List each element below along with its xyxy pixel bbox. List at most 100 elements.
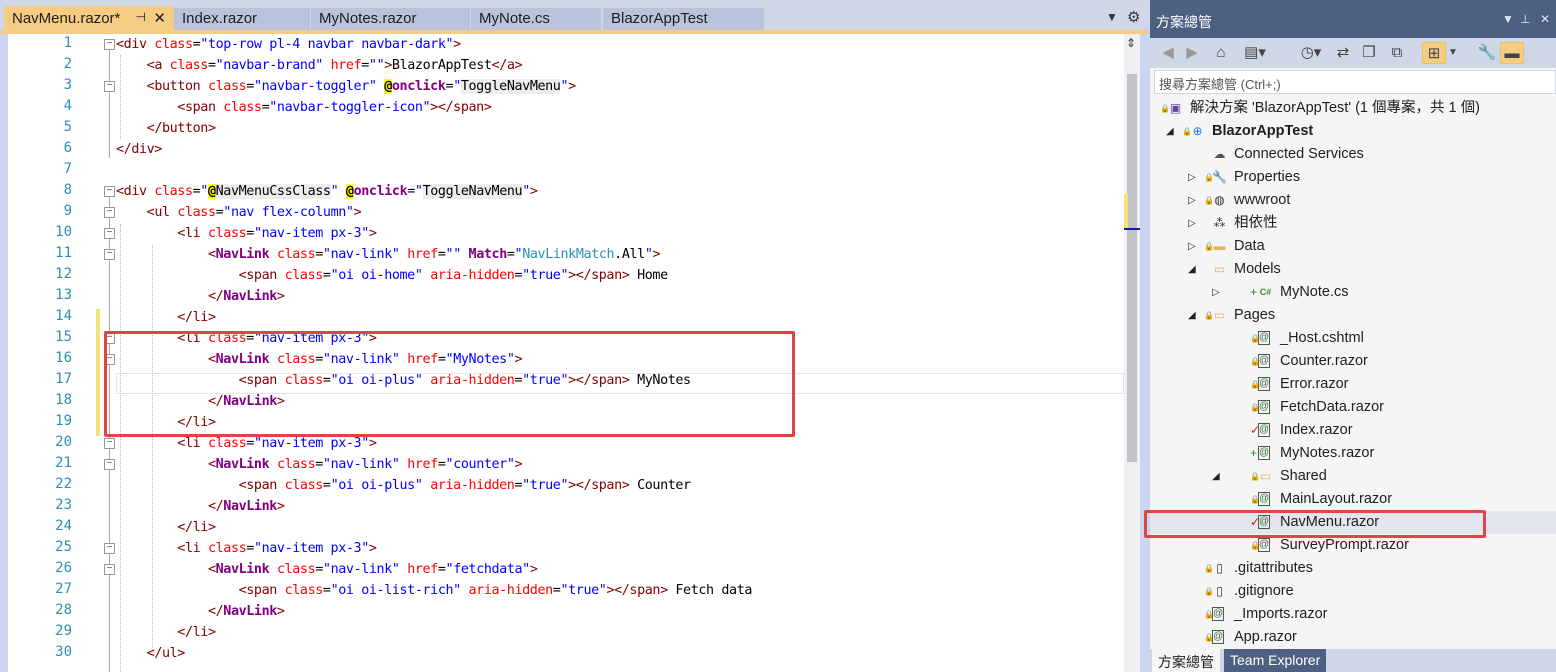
collapse-icon[interactable]: − [104, 564, 115, 575]
collapsed-arrow-icon[interactable]: ▷ [1188, 212, 1196, 235]
track-active-icon[interactable]: ⊞ [1422, 42, 1446, 64]
tab-team-explorer[interactable]: Team Explorer [1224, 649, 1327, 672]
forward-icon[interactable]: ▶ [1182, 42, 1202, 64]
home-icon[interactable]: ⌂ [1210, 42, 1232, 64]
solution-tree[interactable]: 🔒 ▣ 解決方案 'BlazorAppTest' (1 個專案，共 1 個) ◢ 🔒 ⊕ B… [1150, 97, 1556, 649]
split-icon[interactable]: ⇕ [1126, 36, 1136, 50]
code-line[interactable]: <li class="nav-item px-3"> [116, 223, 377, 244]
code-line[interactable]: <ul class="nav flex-column"> [116, 202, 362, 223]
tree-item[interactable]: ▷ ⁂ 相依性 [1150, 212, 1556, 235]
sync-icon[interactable]: ⇄ [1332, 42, 1354, 64]
collapsed-arrow-icon[interactable]: ▷ [1188, 235, 1196, 258]
collapse-icon[interactable]: − [104, 459, 115, 470]
code-line[interactable]: </NavLink> [116, 496, 285, 517]
code-line[interactable]: <span class="oi oi-home" aria-hidden="tr… [116, 265, 669, 286]
tab-mynotes-razor[interactable]: MyNotes.razor [311, 8, 470, 30]
code-line[interactable]: <span class="navbar-toggler-icon"></span… [116, 97, 492, 118]
properties-wrench-icon[interactable]: 🔧 [1476, 42, 1498, 64]
tab-mynote-cs[interactable]: MyNote.cs [471, 8, 601, 30]
chevron-down-icon[interactable]: ▼ [1502, 12, 1514, 26]
code-line[interactable]: </div> [116, 139, 162, 160]
code-editor[interactable]: 1 2 3 4 5 6 7 8 9 10 11 12 13 14 15 16 17 18 19 20 21 22 23 24 2… [8, 34, 1140, 672]
collapse-icon[interactable]: − [104, 543, 115, 554]
collapsed-arrow-icon[interactable]: ▷ [1212, 281, 1220, 304]
code-line[interactable]: <span class="oi oi-list-rich" aria-hidde… [116, 580, 753, 601]
search-input[interactable]: 搜尋方案總管 (Ctrl+;) [1154, 70, 1556, 94]
collapsed-arrow-icon[interactable]: ▷ [1188, 189, 1196, 212]
back-icon[interactable]: ◀ [1158, 42, 1178, 64]
pin-icon[interactable]: ⊣ [136, 10, 146, 24]
code-line[interactable]: <NavLink class="nav-link" href="counter"… [116, 454, 523, 475]
collapse-icon[interactable]: − [104, 249, 115, 260]
tree-item[interactable]: 🔒 @ FetchData.razor [1150, 396, 1556, 419]
tab-blazorapptest[interactable]: BlazorAppTest [603, 8, 764, 30]
code-line[interactable]: <a class="navbar-brand" href="">BlazorAp… [116, 55, 523, 76]
tab-index-razor[interactable]: Index.razor [174, 8, 310, 30]
tree-item[interactable]: ▷ + C# MyNote.cs [1150, 281, 1556, 304]
preview-icon[interactable]: ▬ [1500, 42, 1524, 64]
collapse-icon[interactable]: − [104, 228, 115, 239]
tree-item[interactable]: ◢ 🔒 ▭ Pages [1150, 304, 1556, 327]
code-line[interactable]: </li> [116, 307, 216, 328]
code-line[interactable]: <div class="top-row pl-4 navbar navbar-d… [116, 34, 461, 55]
tree-item[interactable]: ✓ @ Index.razor [1150, 419, 1556, 442]
collapse-icon[interactable]: − [104, 438, 115, 449]
code-line[interactable]: <div class="@NavMenuCssClass" @onclick="… [116, 181, 538, 202]
expanded-arrow-icon[interactable]: ◢ [1188, 258, 1196, 281]
chevron-down-icon[interactable]: ▼ [1106, 10, 1118, 24]
vertical-scrollbar[interactable]: ⇕ [1124, 34, 1140, 672]
code-line[interactable]: </li> [116, 622, 216, 643]
show-all-files-icon[interactable]: ⧉ [1386, 42, 1408, 64]
tree-item[interactable]: ▷ 🔒 ▬ Data [1150, 235, 1556, 258]
expanded-arrow-icon[interactable]: ◢ [1166, 120, 1174, 143]
file-icon: ▯ [1216, 584, 1223, 598]
tree-item[interactable]: ◢ ▭ Models [1150, 258, 1556, 281]
tree-item[interactable]: + @ MyNotes.razor [1150, 442, 1556, 465]
code-token: Counter [629, 478, 691, 493]
tree-item[interactable]: 🔒 ▯ .gitattributes [1150, 557, 1556, 580]
tree-item[interactable]: 🔒 @ Error.razor [1150, 373, 1556, 396]
code-line[interactable]: <NavLink class="nav-link" href="fetchdat… [116, 559, 538, 580]
tree-item[interactable]: 🔒 @ _Host.cshtml [1150, 327, 1556, 350]
tab-solution-explorer[interactable]: 方案總管 [1152, 649, 1220, 672]
tree-item[interactable]: 🔒 ▣ 解決方案 'BlazorAppTest' (1 個專案，共 1 個) [1150, 97, 1556, 120]
code-line[interactable]: <NavLink class="nav-link" href="" Match=… [116, 244, 661, 265]
code-line[interactable]: </NavLink> [116, 601, 285, 622]
history-icon[interactable]: ◷▾ [1294, 42, 1328, 64]
gear-icon[interactable]: ⚙ [1127, 8, 1140, 26]
tree-item[interactable]: 🔒 @ Counter.razor [1150, 350, 1556, 373]
chevron-down-icon[interactable]: ▼ [1446, 42, 1460, 64]
code-line[interactable]: </ul> [116, 643, 186, 664]
close-icon[interactable]: ✕ [153, 9, 166, 27]
tree-item[interactable]: ▷ 🔒 ◍ wwwroot [1150, 189, 1556, 212]
pin-icon[interactable]: ⊥ [1520, 12, 1530, 26]
collapse-icon[interactable]: − [104, 186, 115, 197]
code-line[interactable]: <li class="nav-item px-3"> [116, 538, 377, 559]
expanded-arrow-icon[interactable]: ◢ [1188, 304, 1196, 327]
tree-item[interactable]: 🔒 @ MainLayout.razor [1150, 488, 1556, 511]
close-icon[interactable]: ✕ [1540, 12, 1550, 26]
switch-views-icon[interactable]: ▤▾ [1238, 42, 1272, 64]
code-token: class [276, 247, 316, 262]
collapse-icon[interactable]: − [104, 207, 115, 218]
code-line[interactable]: <button class="navbar-toggler" @onclick=… [116, 76, 576, 97]
collapsed-arrow-icon[interactable]: ▷ [1188, 166, 1196, 189]
collapse-icon[interactable]: − [104, 39, 115, 50]
tree-item[interactable]: 🔒 ▯ .gitignore [1150, 580, 1556, 603]
code-line[interactable]: <span class="oi oi-plus" aria-hidden="tr… [116, 475, 692, 496]
tree-item[interactable]: 🔒 @ _Imports.razor [1150, 603, 1556, 626]
tree-item[interactable]: ◢ 🔒 ⊕ BlazorAppTest [1150, 120, 1556, 143]
tree-item[interactable]: 🔒 @ App.razor [1150, 626, 1556, 649]
collapse-all-icon[interactable]: ❐ [1358, 42, 1380, 64]
tree-item[interactable]: ☁ Connected Services [1150, 143, 1556, 166]
code-line[interactable]: </NavLink> [116, 286, 285, 307]
code-line[interactable]: </button> [116, 118, 216, 139]
tree-item[interactable]: ▷ 🔒 🔧 Properties [1150, 166, 1556, 189]
scrollbar-thumb[interactable] [1127, 74, 1137, 462]
collapse-icon[interactable]: − [104, 81, 115, 92]
tree-item[interactable]: ◢ 🔒 ▭ Shared [1150, 465, 1556, 488]
tab-navmenu-razor[interactable]: NavMenu.razor* ⊣ ✕ [4, 6, 174, 32]
code-line[interactable]: </li> [116, 517, 216, 538]
expanded-arrow-icon[interactable]: ◢ [1212, 465, 1220, 488]
